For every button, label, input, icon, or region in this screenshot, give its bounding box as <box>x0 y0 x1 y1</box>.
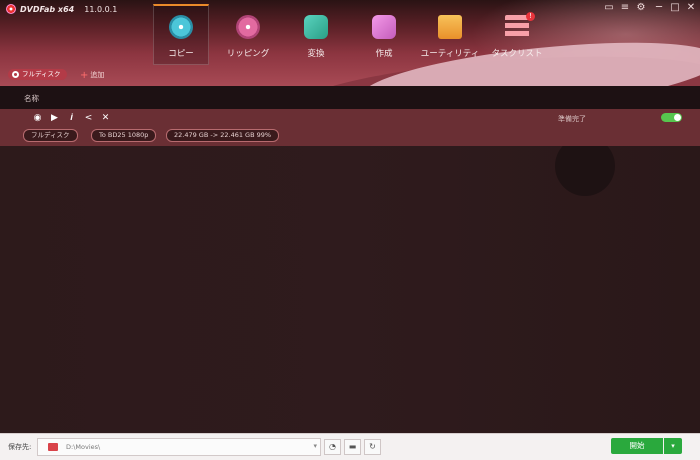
info-icon[interactable]: 𝒊 <box>66 113 77 124</box>
refresh-icon[interactable]: ↻ <box>364 439 381 455</box>
tag-mode[interactable]: フルディスク <box>23 129 78 142</box>
dvdfab-logo-icon <box>6 4 16 14</box>
mode-selector-label: フルディスク <box>22 70 61 78</box>
mode-selector[interactable]: フルディスク <box>8 69 67 80</box>
maximize-icon[interactable]: □ <box>669 3 681 13</box>
iso-output-icon[interactable]: ◔ <box>324 439 341 455</box>
tab-copy-label: コピー <box>168 49 194 59</box>
tab-creator-label: 作成 <box>375 49 393 59</box>
settings-icon[interactable]: ⚙ <box>635 3 647 13</box>
tab-converter[interactable]: 変換 <box>289 6 343 64</box>
tab-utility-label: ユーティリティ <box>420 49 480 59</box>
task-row[interactable]: ◉ ▶ 𝒊 < ✕ 準備完了 フルディスク To BD25 1080p 22.4… <box>0 109 700 146</box>
task-list-area <box>0 146 700 433</box>
tag-size: 22.479 GB -> 22.461 GB 99% <box>166 129 280 142</box>
tab-utility[interactable]: ユーティリティ <box>421 6 479 64</box>
app-version: 11.0.0.1 <box>84 4 118 14</box>
remove-icon[interactable]: ✕ <box>100 113 111 124</box>
tab-converter-label: 変換 <box>307 49 325 59</box>
convert-video-icon <box>304 15 328 39</box>
app-name: DVDFab x64 <box>20 4 75 14</box>
close-icon[interactable]: ✕ <box>685 3 697 13</box>
creator-icon <box>372 15 396 39</box>
minimize-icon[interactable]: ─ <box>653 3 665 13</box>
tab-ripper-label: リッピング <box>226 49 270 59</box>
folder-icon <box>48 443 58 451</box>
top-banner: DVDFab x64 11.0.0.1 ▭ ≡ ⚙ ─ □ ✕ コピー リッピン… <box>0 0 700 86</box>
copy-disc-icon <box>169 15 193 39</box>
plus-icon: + <box>80 69 89 81</box>
start-button[interactable]: 開始 <box>611 438 663 454</box>
tab-task-list-label: タスクリスト <box>491 49 543 59</box>
save-to-label: 保存先: <box>8 443 32 451</box>
disc-info-icon[interactable]: ◉ <box>32 113 43 124</box>
utility-folder-icon <box>438 15 462 39</box>
task-toggle[interactable] <box>661 113 682 122</box>
menu-icon[interactable]: ≡ <box>619 3 631 13</box>
task-status: 準備完了 <box>558 115 586 123</box>
output-path-value: D:\Movies\ <box>66 443 101 451</box>
task-list-icon <box>505 15 529 39</box>
feedback-icon[interactable]: ▭ <box>603 3 615 13</box>
start-options-chevron-icon[interactable]: ▾ <box>664 438 682 454</box>
ripper-disc-icon <box>236 15 260 39</box>
chevron-down-icon[interactable]: ▾ <box>313 442 317 450</box>
task-count-badge: ! <box>526 12 535 21</box>
output-path-field[interactable]: D:\Movies\ ▾ <box>37 438 321 456</box>
tab-creator[interactable]: 作成 <box>357 6 411 64</box>
app-logo: DVDFab x64 11.0.0.1 <box>6 3 117 15</box>
browse-folder-icon[interactable]: ▬ <box>344 439 361 455</box>
tag-output-profile[interactable]: To BD25 1080p <box>91 129 157 142</box>
tab-task-list[interactable]: タスクリスト <box>490 6 544 64</box>
column-name-header: 名称 <box>24 94 39 103</box>
disc-mode-icon <box>12 71 19 78</box>
background-shade <box>555 146 615 196</box>
table-header: 名称 <box>0 86 700 109</box>
share-icon[interactable]: < <box>83 113 94 124</box>
add-source-button[interactable]: + 追加 <box>80 70 104 80</box>
bottom-bar: 保存先: D:\Movies\ ▾ ◔ ▬ ↻ 開始 ▾ <box>0 433 700 460</box>
add-source-label: 追加 <box>90 71 105 79</box>
task-row-actions: ◉ ▶ 𝒊 < ✕ <box>32 113 111 124</box>
tab-copy[interactable]: コピー <box>153 4 209 65</box>
tab-ripper[interactable]: リッピング <box>221 6 275 64</box>
play-icon[interactable]: ▶ <box>49 113 60 124</box>
